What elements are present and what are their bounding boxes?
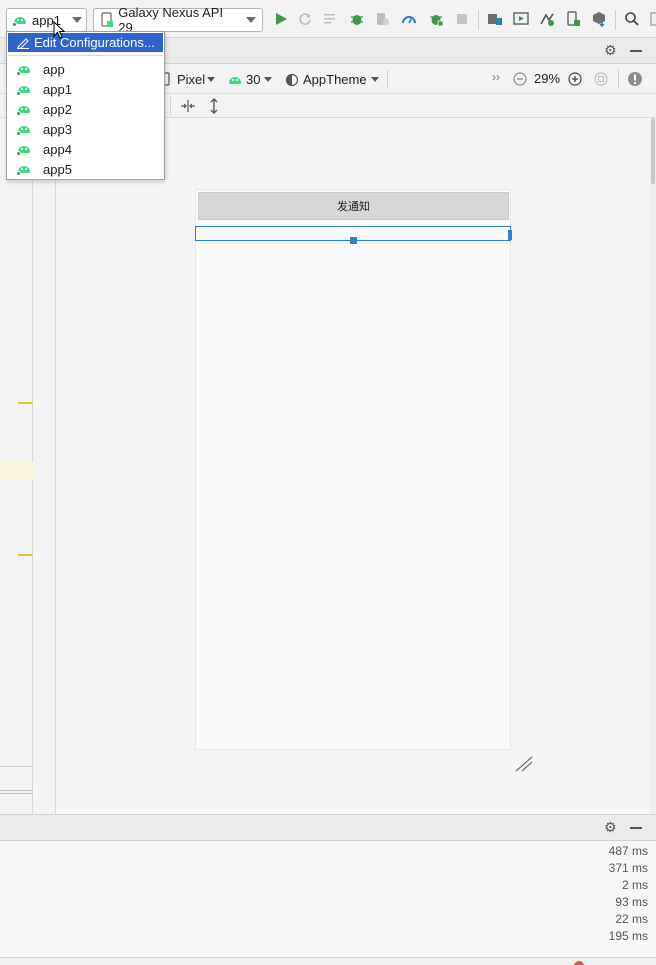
timing-value: 195 ms bbox=[608, 929, 648, 943]
debug-icon[interactable] bbox=[349, 11, 365, 27]
chevron-down-icon bbox=[246, 17, 256, 23]
chevron-down-icon bbox=[264, 77, 273, 82]
scrollbar-thumb[interactable] bbox=[651, 118, 655, 184]
device-manager-icon[interactable] bbox=[513, 11, 529, 27]
edit-configurations-item[interactable]: Edit Configurations... bbox=[8, 33, 163, 52]
minimize-icon[interactable] bbox=[630, 50, 642, 52]
apply-changes-icon[interactable] bbox=[323, 11, 339, 27]
zoom-in-icon[interactable] bbox=[568, 72, 582, 86]
run-icon[interactable] bbox=[273, 11, 289, 27]
run-config-item-app1[interactable]: app1 bbox=[8, 79, 163, 99]
timing-value: 371 ms bbox=[608, 861, 648, 875]
horizontal-expand-icon[interactable] bbox=[180, 98, 196, 114]
chevron-down-icon bbox=[207, 77, 216, 82]
android-app-icon bbox=[16, 144, 31, 156]
warning-marker bbox=[18, 402, 33, 404]
toolbar-separator bbox=[618, 70, 619, 88]
android-app-icon bbox=[12, 15, 27, 27]
timing-value: 487 ms bbox=[608, 844, 648, 858]
toolbar-separator bbox=[478, 10, 479, 30]
phone-preview[interactable] bbox=[195, 189, 511, 750]
sync-gradle-icon[interactable] bbox=[591, 11, 607, 27]
resize-handle[interactable] bbox=[350, 237, 357, 244]
vertical-scrollbar[interactable] bbox=[650, 118, 656, 814]
api-level-label: 30 bbox=[246, 72, 261, 87]
bottom-panel-header: ⚙ bbox=[0, 815, 656, 841]
run-config-item-app5[interactable]: app5 bbox=[8, 159, 163, 179]
menu-item-label: app1 bbox=[43, 81, 72, 97]
chevron-down-icon bbox=[370, 77, 379, 82]
run-config-item-app2[interactable]: app2 bbox=[8, 99, 163, 119]
device-picker[interactable]: Pixel bbox=[177, 72, 216, 87]
toolbar-separator bbox=[170, 97, 171, 115]
zoom-fit-icon[interactable] bbox=[594, 72, 608, 86]
rerun-icon[interactable] bbox=[297, 11, 313, 27]
android-app-icon bbox=[16, 64, 31, 76]
profile-icon[interactable] bbox=[401, 11, 417, 27]
menu-item-label: app bbox=[43, 61, 65, 77]
avd-manager-icon[interactable] bbox=[565, 11, 581, 27]
gear-icon[interactable]: ⚙ bbox=[604, 42, 617, 59]
status-bar bbox=[0, 957, 656, 965]
minimize-icon[interactable] bbox=[630, 827, 642, 829]
run-config-item-app4[interactable]: app4 bbox=[8, 139, 163, 159]
gear-icon[interactable]: ⚙ bbox=[604, 819, 617, 836]
canvas-resize-grip-icon[interactable] bbox=[514, 755, 534, 773]
chevron-down-icon bbox=[71, 17, 82, 23]
theme-picker[interactable]: AppTheme bbox=[285, 72, 379, 87]
toolbar-separator bbox=[387, 70, 388, 88]
highlighted-row bbox=[0, 462, 33, 479]
sdk-manager-icon[interactable] bbox=[539, 11, 555, 27]
build-output-panel: ⚙ 487 ms 371 ms 2 ms 93 ms 22 ms 195 ms bbox=[0, 814, 656, 965]
device-picker-label: Pixel bbox=[177, 72, 206, 87]
toolbar-separator bbox=[615, 10, 616, 30]
android-app-icon bbox=[16, 104, 31, 116]
theme-icon bbox=[285, 73, 299, 86]
divider bbox=[0, 766, 33, 767]
editor-gutter bbox=[33, 118, 56, 814]
theme-label: AppTheme bbox=[303, 72, 367, 87]
zoom-level: 29% bbox=[534, 71, 561, 86]
device-selector[interactable]: Galaxy Nexus API 29 bbox=[93, 5, 263, 35]
coverage-icon[interactable] bbox=[428, 11, 444, 27]
android-app-icon bbox=[16, 84, 31, 96]
menu-item-label: app5 bbox=[43, 161, 72, 177]
warning-marker bbox=[18, 554, 33, 556]
run-config-item-app[interactable]: app bbox=[8, 59, 163, 79]
vertical-expand-icon[interactable] bbox=[206, 98, 222, 114]
more-toolbar-icon[interactable] bbox=[649, 11, 656, 27]
menu-item-label: app4 bbox=[43, 141, 72, 157]
overflow-icon[interactable]: ›› bbox=[492, 70, 500, 84]
menu-item-label: app3 bbox=[43, 121, 72, 137]
stop-icon[interactable] bbox=[454, 11, 470, 27]
timing-value: 22 ms bbox=[615, 912, 648, 926]
phone-device-icon bbox=[101, 12, 113, 27]
run-config-item-app3[interactable]: app3 bbox=[8, 119, 163, 139]
android-app-icon bbox=[16, 164, 31, 176]
splitter[interactable] bbox=[0, 790, 33, 794]
search-icon[interactable] bbox=[624, 11, 640, 27]
error-indicator-icon[interactable] bbox=[574, 961, 584, 965]
preview-send-notification-button[interactable]: 发通知 bbox=[198, 192, 509, 220]
menu-separator bbox=[8, 55, 163, 56]
project-structure-icon[interactable] bbox=[487, 11, 503, 27]
run-config-selector[interactable]: app1 bbox=[6, 8, 87, 32]
attach-debugger-icon[interactable] bbox=[375, 11, 391, 27]
menu-item-label: app2 bbox=[43, 101, 72, 117]
timing-value: 93 ms bbox=[615, 895, 648, 909]
run-config-dropdown: Edit Configurations... app app1 app2 app… bbox=[6, 31, 165, 180]
left-tool-strip bbox=[0, 118, 33, 814]
mouse-cursor-icon bbox=[53, 21, 65, 39]
edit-pencil-icon bbox=[17, 38, 29, 49]
warning-icon[interactable] bbox=[627, 71, 643, 87]
timing-value: 2 ms bbox=[621, 878, 648, 892]
timing-list: 487 ms 371 ms 2 ms 93 ms 22 ms 195 ms bbox=[609, 843, 648, 945]
resize-handle[interactable] bbox=[508, 230, 512, 240]
android-app-icon bbox=[16, 124, 31, 136]
android-api-icon bbox=[228, 75, 242, 85]
zoom-out-icon[interactable] bbox=[513, 72, 527, 86]
api-level-picker[interactable]: 30 bbox=[228, 72, 273, 87]
